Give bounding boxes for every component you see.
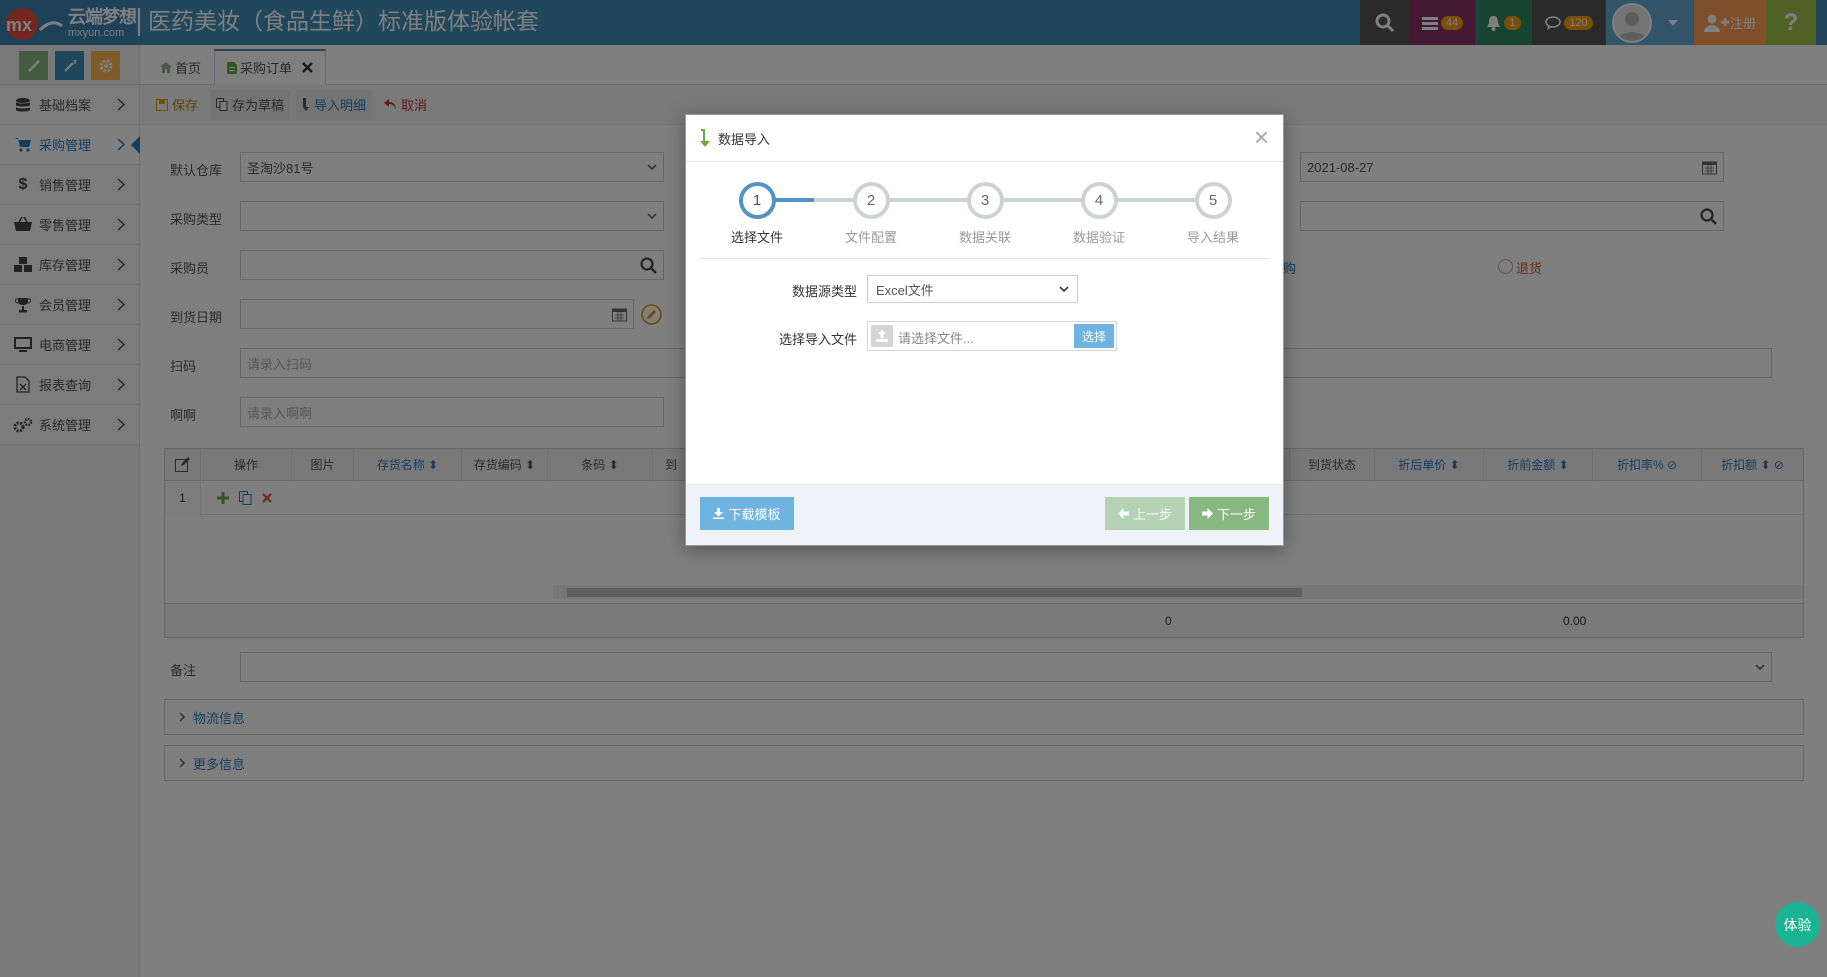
arrow-left-icon	[1117, 508, 1129, 519]
upload-icon	[871, 325, 893, 347]
wizard-step-2: 2 文件配置	[814, 182, 928, 246]
step-label: 选择文件	[730, 230, 783, 245]
previous-step-label: 上一步	[1132, 507, 1172, 522]
step-number: 1	[738, 182, 776, 219]
previous-step-button[interactable]: 上一步	[1105, 497, 1185, 530]
step-number: 2	[852, 182, 890, 219]
chevron-down-icon	[1059, 286, 1069, 292]
data-import-dialog: 数据导入 × 1 选择文件 2 文件配置 3 数据关联 4 数据验证 5 导入结…	[685, 114, 1284, 546]
step-label: 文件配置	[844, 230, 897, 245]
wizard-step-1: 1 选择文件	[700, 182, 814, 246]
file-placeholder: 请选择文件...	[898, 331, 974, 346]
step-label: 数据关联	[958, 230, 1011, 245]
trial-floating-button[interactable]: 体验	[1775, 902, 1820, 947]
download-template-label: 下载模板	[728, 507, 781, 522]
download-icon	[713, 508, 725, 519]
arrow-right-icon	[1201, 508, 1213, 519]
dialog-header: 数据导入	[686, 115, 1283, 162]
dialog-close-button[interactable]: ×	[1253, 122, 1269, 152]
step-label: 数据验证	[1072, 230, 1125, 245]
source-type-value: Excel文件	[876, 282, 934, 298]
next-step-label: 下一步	[1216, 507, 1256, 522]
wizard-step-5: 5 导入结果	[1156, 182, 1270, 246]
source-type-select[interactable]: Excel文件	[867, 275, 1078, 303]
dialog-title: 数据导入	[718, 131, 771, 147]
file-picker[interactable]: 请选择文件... 选择	[867, 321, 1117, 351]
step-label: 导入结果	[1186, 230, 1239, 245]
download-template-button[interactable]: 下载模板	[700, 497, 794, 530]
import-file-label: 选择导入文件	[778, 332, 857, 347]
level-down-icon	[700, 129, 710, 147]
import-wizard-steps: 1 选择文件 2 文件配置 3 数据关联 4 数据验证 5 导入结果	[700, 162, 1270, 259]
wizard-step-3: 3 数据关联	[928, 182, 1042, 246]
close-icon: ×	[1253, 122, 1269, 152]
choose-file-button[interactable]: 选择	[1074, 324, 1114, 348]
wizard-step-4: 4 数据验证	[1042, 182, 1156, 246]
step-number: 4	[1080, 182, 1118, 219]
source-type-label: 数据源类型	[791, 284, 857, 299]
next-step-button[interactable]: 下一步	[1189, 497, 1269, 530]
step-number: 3	[966, 182, 1004, 219]
dialog-footer: 下载模板 上一步 下一步	[686, 484, 1283, 545]
step-number: 5	[1194, 182, 1232, 219]
